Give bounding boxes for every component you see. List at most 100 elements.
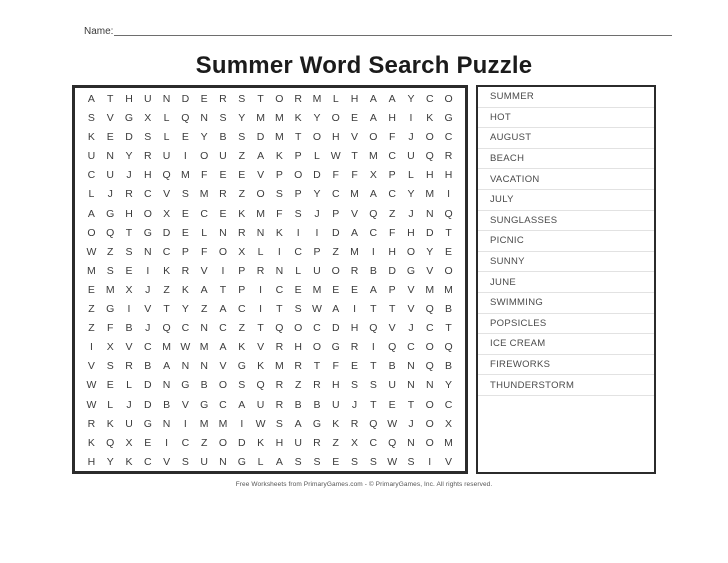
grid-cell[interactable]: O [364,130,383,144]
word-list-item[interactable]: AUGUST [478,128,654,149]
grid-cell[interactable]: A [364,283,383,297]
grid-cell[interactable]: H [138,168,157,182]
grid-cell[interactable]: J [402,207,421,221]
grid-cell[interactable]: Q [157,168,176,182]
grid-cell[interactable]: M [345,187,364,201]
grid-cell[interactable]: P [289,149,308,163]
grid-cell[interactable]: X [232,245,251,259]
grid-cell[interactable]: K [289,111,308,125]
grid-cell[interactable]: W [383,455,402,469]
grid-cell[interactable]: D [308,168,327,182]
word-search-grid[interactable]: ATHUNDERSTORMLHAAYCOSVGXLQNSYMMKYOEAHIKG… [72,85,468,474]
grid-cell[interactable]: U [251,398,270,412]
grid-cell[interactable]: K [232,340,251,354]
grid-cell[interactable]: B [120,321,139,335]
grid-cell[interactable]: D [383,264,402,278]
grid-cell[interactable]: R [214,187,233,201]
grid-cell[interactable]: Y [420,245,439,259]
grid-cell[interactable]: E [195,92,214,106]
grid-cell[interactable]: A [270,455,289,469]
grid-cell[interactable]: O [138,207,157,221]
grid-cell[interactable]: N [214,226,233,240]
grid-cell[interactable]: N [195,321,214,335]
grid-cell[interactable]: E [214,207,233,221]
grid-cell[interactable]: Q [157,321,176,335]
grid-cell[interactable]: I [364,340,383,354]
grid-cell[interactable]: R [270,378,289,392]
grid-cell[interactable]: C [82,168,101,182]
grid-cell[interactable]: R [251,264,270,278]
grid-cell[interactable]: B [157,398,176,412]
grid-cell[interactable]: L [82,187,101,201]
grid-cell[interactable]: P [270,168,289,182]
grid-cell[interactable]: N [214,455,233,469]
grid-cell[interactable]: S [138,130,157,144]
grid-cell[interactable]: T [439,321,458,335]
grid-cell[interactable]: Y [439,378,458,392]
grid-cell[interactable]: I [232,417,251,431]
grid-cell[interactable]: D [138,398,157,412]
grid-cell[interactable]: Q [420,359,439,373]
grid-cell[interactable]: O [439,264,458,278]
grid-cell[interactable]: K [251,436,270,450]
grid-cell[interactable]: O [214,436,233,450]
grid-cell[interactable]: D [120,130,139,144]
grid-cell[interactable]: Q [439,207,458,221]
grid-cell[interactable]: Y [232,111,251,125]
grid-cell[interactable]: D [138,378,157,392]
grid-cell[interactable]: D [176,92,195,106]
grid-cell[interactable]: S [176,455,195,469]
name-write-line[interactable] [114,35,672,36]
grid-cell[interactable]: V [383,321,402,335]
grid-cell[interactable]: D [420,226,439,240]
grid-cell[interactable]: J [120,398,139,412]
grid-cell[interactable]: K [232,207,251,221]
grid-cell[interactable]: N [420,207,439,221]
grid-cell[interactable]: K [176,283,195,297]
grid-cell[interactable]: L [289,264,308,278]
grid-cell[interactable]: U [138,92,157,106]
grid-cell[interactable]: L [195,226,214,240]
grid-cell[interactable]: H [326,378,345,392]
grid-cell[interactable]: O [326,111,345,125]
grid-cell[interactable]: W [251,417,270,431]
grid-cell[interactable]: Y [101,455,120,469]
grid-cell[interactable]: D [157,226,176,240]
word-list-item[interactable]: HOT [478,108,654,129]
grid-cell[interactable]: N [402,359,421,373]
grid-cell[interactable]: S [101,264,120,278]
grid-cell[interactable]: I [176,417,195,431]
grid-cell[interactable]: N [270,264,289,278]
grid-cell[interactable]: E [345,359,364,373]
grid-cell[interactable]: T [251,321,270,335]
grid-cell[interactable]: Z [232,149,251,163]
grid-cell[interactable]: Z [383,207,402,221]
grid-cell[interactable]: R [120,187,139,201]
grid-cell[interactable]: R [345,264,364,278]
grid-cell[interactable]: P [383,283,402,297]
grid-cell[interactable]: N [402,378,421,392]
word-list-item[interactable]: BEACH [478,149,654,170]
grid-cell[interactable]: K [270,149,289,163]
grid-cell[interactable]: R [270,340,289,354]
grid-cell[interactable]: V [82,359,101,373]
grid-cell[interactable]: F [383,226,402,240]
grid-cell[interactable]: C [214,321,233,335]
grid-cell[interactable]: J [402,417,421,431]
grid-cell[interactable]: C [364,436,383,450]
grid-cell[interactable]: A [157,359,176,373]
grid-cell[interactable]: F [270,207,289,221]
grid-cell[interactable]: A [364,111,383,125]
grid-cell[interactable]: Z [82,302,101,316]
grid-cell[interactable]: B [289,398,308,412]
grid-cell[interactable]: V [345,130,364,144]
grid-cell[interactable]: N [402,436,421,450]
grid-cell[interactable]: Y [195,130,214,144]
grid-cell[interactable]: L [120,378,139,392]
grid-cell[interactable]: I [214,264,233,278]
grid-cell[interactable]: K [420,111,439,125]
grid-cell[interactable]: O [82,226,101,240]
grid-cell[interactable]: W [176,340,195,354]
grid-cell[interactable]: C [439,130,458,144]
grid-cell[interactable]: T [251,92,270,106]
